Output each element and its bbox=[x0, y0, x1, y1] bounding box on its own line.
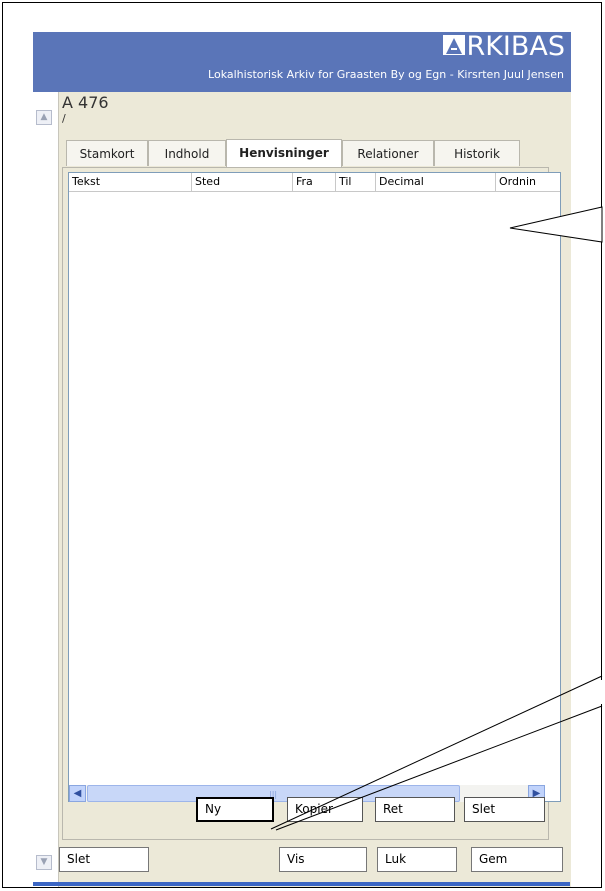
app-subtitle: Lokalhistorisk Arkiv for Graasten By og … bbox=[208, 68, 564, 81]
close-button[interactable]: Luk bbox=[377, 847, 457, 872]
column-header-decimal[interactable]: Decimal bbox=[376, 173, 496, 191]
tab-relationer[interactable]: Relationer bbox=[342, 140, 434, 166]
tab-historik[interactable]: Historik bbox=[434, 140, 520, 166]
column-header-ordning[interactable]: Ordnin bbox=[496, 173, 560, 191]
column-header-tekst[interactable]: Tekst bbox=[69, 173, 192, 191]
scroll-up-icon[interactable]: ▲ bbox=[36, 110, 52, 125]
references-grid[interactable]: Tekst Sted Fra Til Decimal Ordnin bbox=[68, 172, 561, 802]
save-button[interactable]: Gem bbox=[471, 847, 563, 872]
tab-indhold[interactable]: Indhold bbox=[148, 140, 226, 166]
edit-button[interactable]: Ret bbox=[375, 797, 455, 822]
scroll-left-icon[interactable]: ◀ bbox=[69, 785, 86, 802]
view-button[interactable]: Vis bbox=[279, 847, 367, 872]
new-button[interactable]: Ny bbox=[196, 797, 274, 822]
taskbar-strip bbox=[33, 882, 570, 886]
app-window: RKIBAS Lokalhistorisk Arkiv for Graasten… bbox=[33, 32, 571, 887]
grid-header: Tekst Sted Fra Til Decimal Ordnin bbox=[69, 173, 560, 192]
scroll-down-icon[interactable]: ▼ bbox=[36, 855, 52, 870]
delete-row-button[interactable]: Slet bbox=[464, 797, 545, 822]
column-header-til[interactable]: Til bbox=[336, 173, 376, 191]
column-header-fra[interactable]: Fra bbox=[293, 173, 336, 191]
app-logo: RKIBAS bbox=[443, 32, 565, 62]
delete-record-button[interactable]: Slet bbox=[59, 847, 149, 872]
tab-henvisninger[interactable]: Henvisninger bbox=[226, 139, 342, 167]
logo-a-icon bbox=[443, 32, 466, 55]
app-header: RKIBAS Lokalhistorisk Arkiv for Graasten… bbox=[33, 32, 571, 92]
logo-text: RKIBAS bbox=[466, 32, 565, 62]
record-subtitle: / bbox=[62, 112, 66, 125]
record-id: A 476 bbox=[62, 93, 109, 112]
record-list-strip: ▲ ▼ bbox=[33, 92, 59, 887]
tab-stamkort[interactable]: Stamkort bbox=[66, 140, 148, 166]
copy-button[interactable]: Kopier bbox=[287, 797, 363, 822]
column-header-sted[interactable]: Sted bbox=[192, 173, 293, 191]
